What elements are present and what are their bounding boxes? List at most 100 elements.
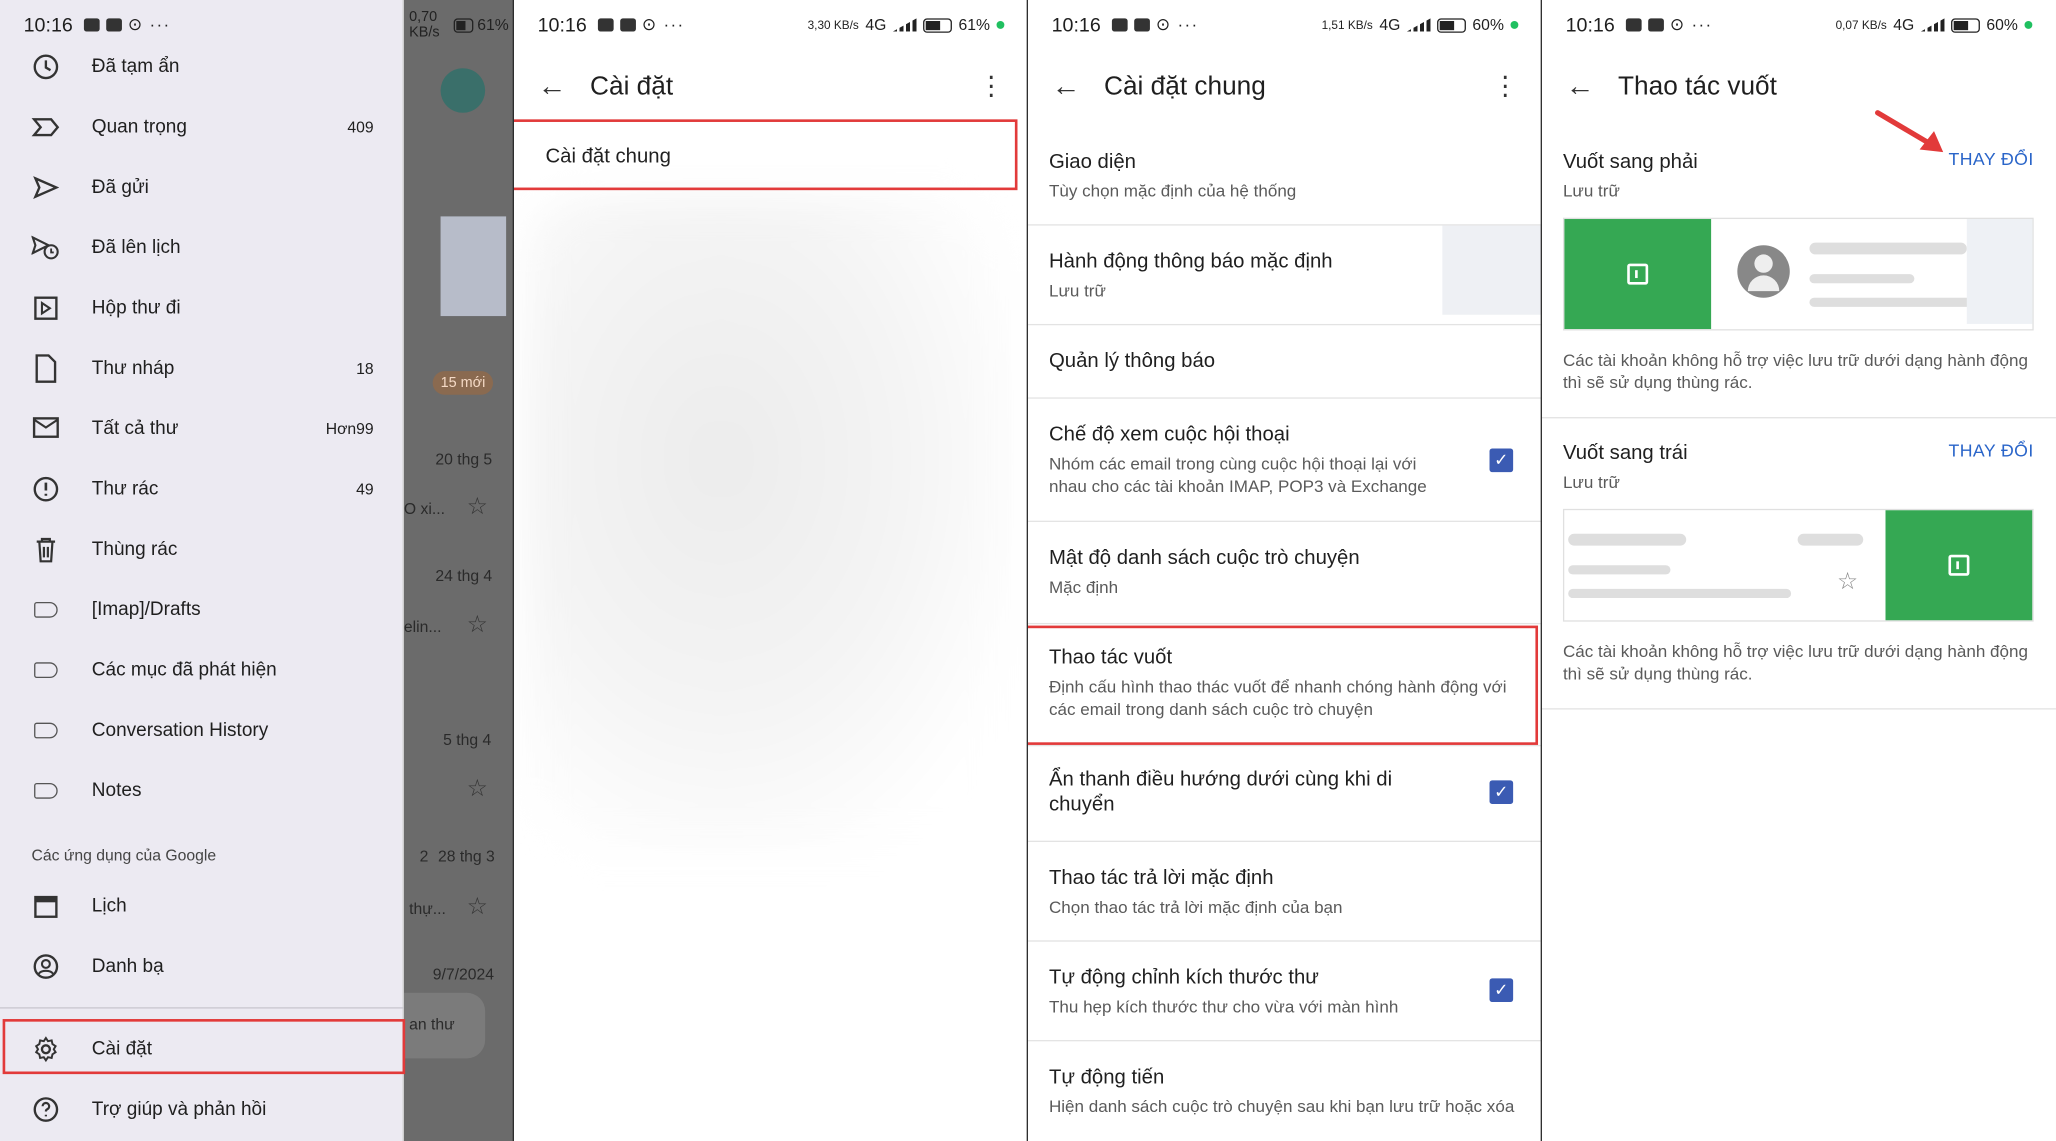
label-icon [31,595,60,624]
label-icon [31,656,60,685]
snippet: O xi... [403,499,445,519]
highlight-box-general [513,119,1018,191]
back-arrow-icon[interactable]: ← [1052,70,1081,104]
swipe-left-note: Các tài khoản không hỗ trợ việc lưu trữ … [1562,641,2028,684]
auto-fit-checkbox[interactable]: ✓ [1489,978,1514,1002]
drawer-item-outbox[interactable]: Hộp thư đi [0,278,404,338]
outbox-icon [31,294,60,323]
inbox-behind-overlay: 15 mới 20 thg 5 O xi... ☆ 24 thg 4 elin.… [403,0,514,1141]
setting-subtitle: Chọn thao tác trả lời mặc định của bạn [1048,897,1343,917]
drawer-item-contacts[interactable]: Danh bạ [0,936,404,996]
battery-icon [1951,17,1980,33]
drawer-item-drafts[interactable]: Thư nháp 18 [0,338,404,398]
setting-auto-advance[interactable]: Tự động tiến Hiện danh sách cuộc trò chu… [1028,1041,1542,1141]
conversation-view-checkbox[interactable]: ✓ [1489,448,1514,473]
drawer-item-notes[interactable]: Notes [0,761,404,821]
setting-theme[interactable]: Giao diện Tùy chọn mặc định của hệ thống [1027,126,1542,226]
drawer-item-important[interactable]: Quan trọng 409 [0,97,404,157]
divider [0,1007,404,1009]
send-icon [31,173,60,202]
placeholder-line [1568,565,1671,575]
charging-dot [2024,20,2033,29]
page-title: Cài đặt [590,71,674,101]
blurred-account-list [527,196,1013,853]
drawer-item-spam[interactable]: Thư rác 49 [0,459,404,519]
more-vert-icon[interactable]: ⋮ [978,73,1004,99]
setting-default-reply[interactable]: Thao tác trả lời mặc định Chọn thao tác … [1027,842,1542,942]
status-time: 10:16 [537,13,587,37]
star-icon[interactable]: ☆ [467,493,488,521]
drawer-item-detected[interactable]: Các mục đã phát hiện [0,640,404,700]
setting-title: Quản lý thông báo [1048,350,1216,373]
setting-manage-notifications[interactable]: Quản lý thông báo [1027,325,1542,399]
setting-list-density[interactable]: Mật độ danh sách cuộc trò chuyện Mặc địn… [1027,522,1542,625]
setting-conversation-view[interactable]: Chế độ xem cuộc hội thoại Nhóm các email… [1027,399,1542,522]
setting-subtitle: Mặc định [1048,577,1119,597]
back-arrow-icon[interactable]: ← [538,70,567,104]
count-label: 2 [419,847,429,866]
page-title: Thao tác vuốt [1618,71,1777,101]
swipe-green-area [1885,510,2033,621]
ripple-overlay [1966,219,2033,324]
placeholder-line [1809,242,1967,255]
swipe-left-preview: ☆ [1562,508,2034,622]
drawer-item-trash[interactable]: Thùng rác [0,519,404,579]
swipe-left-action: Lưu trữ [1562,472,1620,492]
setting-title: Ẩn thanh điều hướng dưới cùng khi di chu… [1048,768,1393,816]
more-vert-icon[interactable]: ⋮ [1492,73,1518,99]
spam-icon [31,475,60,504]
drawer-item-count: 18 [356,359,374,378]
battery-icon [1437,17,1466,33]
drawer-item-count: Hơn99 [325,419,374,439]
setting-notification-action[interactable]: Hành động thông báo mặc định Lưu trữ [1027,225,1542,326]
setting-auto-fit[interactable]: Tự động chỉnh kích thước thư Thu hẹp kíc… [1027,942,1542,1042]
drawer-item-label: Thư rác [91,478,159,500]
setting-subtitle: Tùy chọn mặc định của hệ thống [1048,180,1297,201]
snippet: elin... [403,617,442,637]
star-icon[interactable]: ☆ [467,611,488,639]
status-bar-right: 0,70 KB/s 61% [404,0,514,50]
drawer-item-help[interactable]: Trợ giúp và phản hồi [0,1079,404,1139]
scheduled-icon [31,233,60,262]
setting-title: Thao tác trả lời mặc định [1048,866,1274,890]
placeholder-line [1809,274,1915,284]
drawer-item-scheduled[interactable]: Đã lên lịch [0,218,404,278]
drawer-item-label: Đã tạm ẩn [91,56,180,78]
google-apps-header: Các ứng dụng của Google [31,845,217,865]
drawer-item-label: Tất cả thư [91,418,179,440]
page-title: Cài đặt chung [1104,71,1266,101]
drawer-item-imap-drafts[interactable]: [Imap]/Drafts [0,580,404,640]
date-label: 24 thg 4 [435,566,493,585]
drawer-item-label: Lịch [91,895,127,917]
drawer-item-label: Thư nháp [91,358,175,380]
snippet: an thư [409,1015,455,1034]
back-arrow-icon[interactable]: ← [1566,70,1595,104]
star-icon[interactable]: ☆ [467,775,488,803]
date-label: 5 thg 4 [443,730,492,749]
status-bar: 10:16 ⊙ ··· 1,51 KB/s 4G 60% [1028,0,1542,50]
swipe-actions-panel: 10:16 ⊙ ··· 0,07 KB/s 4G 60% ← Thao tác vu… [1541,0,2056,1141]
swipe-left-change-button[interactable]: THAY ĐỔI [1949,441,2034,461]
drawer-item-all-mail[interactable]: Tất cả thư Hơn99 [0,399,404,459]
hide-bottom-nav-checkbox[interactable]: ✓ [1489,780,1514,804]
ripple-overlay [1442,225,1542,315]
trash-icon [31,535,60,564]
placeholder-line [1568,533,1687,546]
drawer-item-calendar[interactable]: Lịch [0,876,404,936]
drawer-item-label: Trợ giúp và phản hồi [91,1099,267,1121]
all-mail-icon [31,414,60,443]
drawer-item-sent[interactable]: Đã gửi [0,157,404,217]
setting-subtitle: Hiện danh sách cuộc trò chuyện sau khi b… [1048,1096,1515,1117]
status-speed: 3,30 KB/s [807,18,859,32]
swipe-right-change-button[interactable]: THAY ĐỔI [1949,150,2034,170]
contacts-icon [31,952,60,981]
star-icon[interactable]: ☆ [467,893,488,921]
setting-subtitle: Thu hẹp kích thước thư cho vừa với màn h… [1048,996,1399,1017]
settings-panel: 10:16 ⊙ ··· 3,30 KB/s 4G 61% ← Cài đặt ⋮ C… [513,0,1028,1141]
drawer-item-snoozed[interactable]: Đã tạm ẩn [0,37,404,97]
placeholder-line [1797,533,1864,546]
swipe-right-action: Lưu trữ [1562,180,1620,201]
swipe-green-area [1564,219,1712,330]
setting-hide-bottom-nav[interactable]: Ẩn thanh điều hướng dưới cùng khi di chu… [1027,746,1542,842]
drawer-item-conversation-history[interactable]: Conversation History [0,700,404,760]
